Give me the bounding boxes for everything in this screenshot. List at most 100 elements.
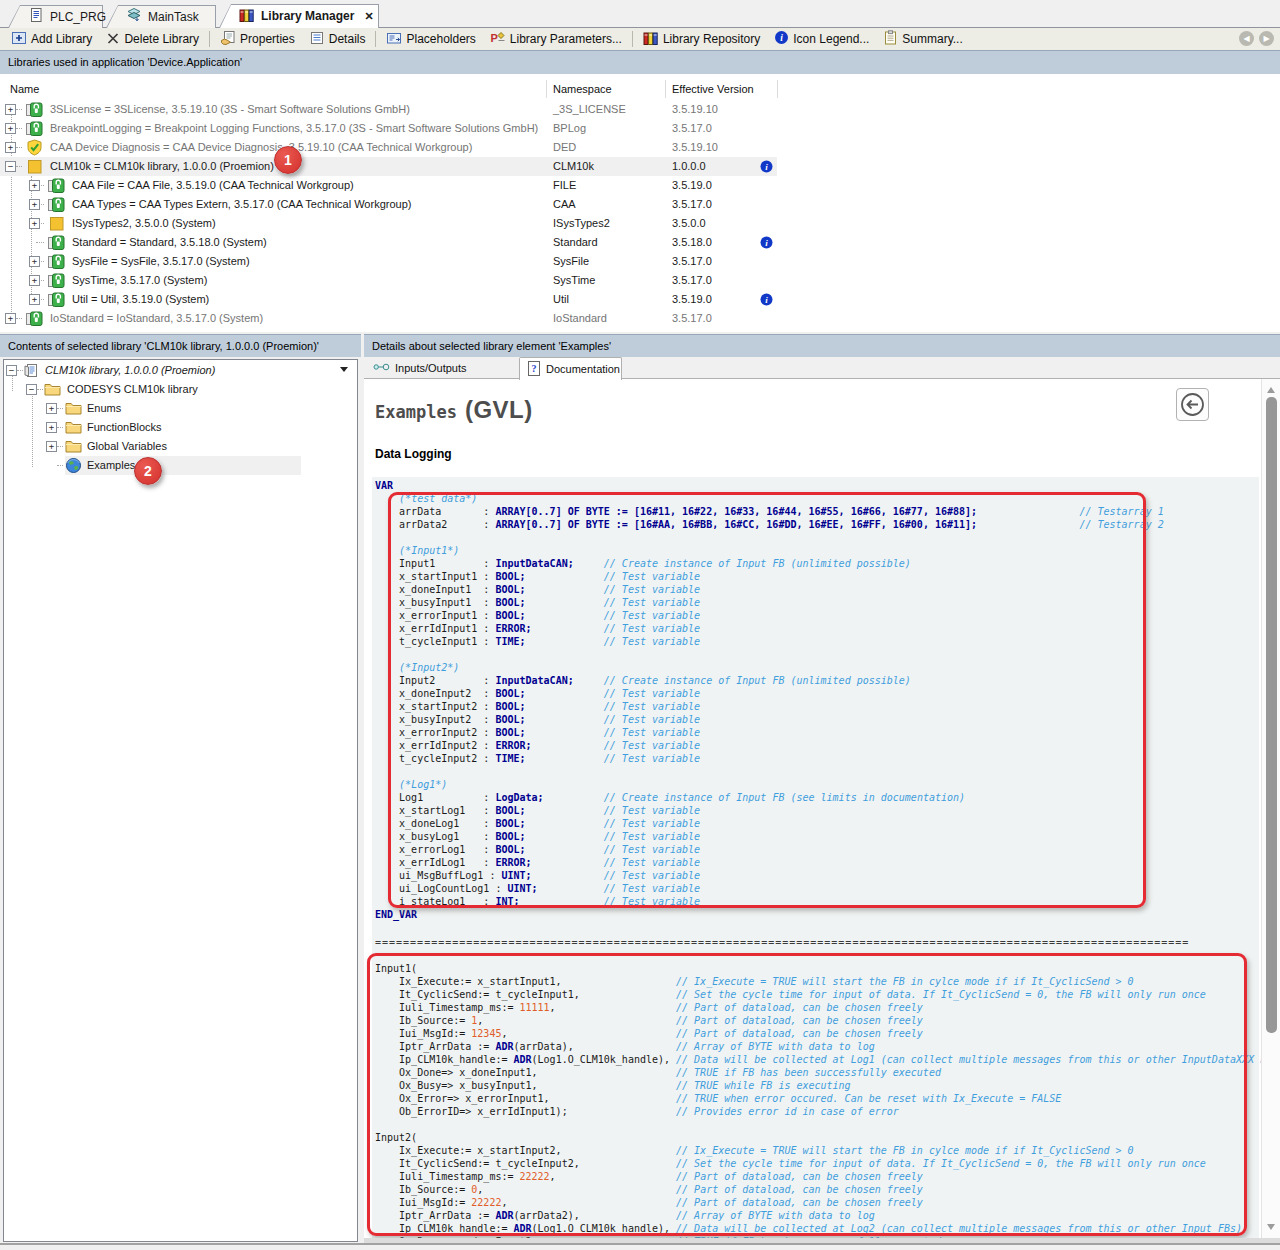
code-line (375, 531, 1164, 544)
tree-line (37, 389, 43, 390)
expander-plus[interactable]: + (5, 313, 16, 324)
details-button[interactable]: Details (302, 29, 373, 49)
library-namespace: ISysTypes2 (553, 214, 610, 233)
details-tab-inputs-outputs[interactable]: Inputs/Outputs (366, 357, 518, 379)
delete-library-button[interactable]: Delete Library (99, 29, 206, 49)
books-icon (643, 30, 659, 49)
library-row-file[interactable]: +CAA File = CAA File, 3.5.19.0 (CAA Tech… (0, 176, 1280, 195)
library-row-util[interactable]: +Util = Util, 3.5.19.0 (System)Util3.5.1… (0, 290, 1280, 309)
right-panel-title: Details about selected library element '… (364, 334, 1280, 357)
lock-icon (48, 177, 64, 193)
toolbar-nav: ◀ ▶ (1239, 31, 1274, 46)
tree-line (16, 109, 22, 110)
window-tab-plc-prg[interactable]: PLC_PRG (8, 5, 103, 28)
expander-plus[interactable]: + (29, 256, 40, 267)
library-row-iostandard[interactable]: +IoStandard = IoStandard, 3.5.17.0 (Syst… (0, 309, 1280, 328)
delete-icon (106, 31, 120, 48)
code-line: t_cycleInput2 : TIME; // Test variable (375, 752, 1164, 765)
details-tab-documentation[interactable]: ?Documentation (519, 357, 622, 380)
info-icon[interactable]: i (760, 293, 773, 308)
lock-icon (48, 291, 64, 307)
code-line: x_errIdInput1 : ERROR; // Test variable (375, 622, 1164, 635)
library-row-caa[interactable]: +CAA Types = CAA Types Extern, 3.5.17.0 … (0, 195, 1280, 214)
library-row-systime[interactable]: +SysTime, 3.5.17.0 (System)SysTime3.5.17… (0, 271, 1280, 290)
code-line: ui_LogCountLog1 : UINT; // Test variable (375, 882, 1164, 895)
info-icon[interactable]: i (760, 160, 773, 175)
tree-item-clm10k-library-1-0-0-0-proemion-[interactable]: −CLM10k library, 1.0.0.0 (Proemion) (4, 361, 357, 380)
svg-text:P: P (490, 32, 497, 44)
info-circle-icon: i (774, 30, 789, 48)
library-name: 3SLicense = 3SLicense, 3.5.19.10 (3S - S… (50, 100, 410, 119)
libdoc-icon (23, 362, 39, 378)
window-tab-library-manager[interactable]: Library Manager✕ (219, 4, 379, 28)
code-line: x_errIdLog1 : ERROR; // Test variable (375, 856, 1164, 869)
code-line: Ib_Source:= 0, // Part of dataload, can … (375, 1183, 1278, 1196)
code-block-var: VAR (*test data*) arrData : ARRAY[0..7] … (375, 479, 1164, 921)
tree-item-enums[interactable]: +Enums (4, 399, 357, 418)
library-row-standard[interactable]: Standard = Standard, 3.5.18.0 (System)St… (0, 233, 1280, 252)
back-button[interactable] (1176, 388, 1209, 421)
documentation-panel: Examples (GVL) Data Logging VAR (*test d… (364, 379, 1280, 1238)
column-divider (546, 80, 547, 98)
window-tab-maintask[interactable]: MainTask (106, 5, 216, 28)
library-row-clm10k[interactable]: −CLM10k = CLM10k library, 1.0.0.0 (Proem… (0, 157, 1280, 176)
dropdown-arrow-icon[interactable] (340, 367, 348, 372)
code-line: Ib_Source:= 1, // Part of dataload, can … (375, 1014, 1278, 1027)
expander-plus[interactable]: + (5, 104, 16, 115)
tree-item-global-variables[interactable]: +Global Variables (4, 437, 357, 456)
column-header-effective-version[interactable]: Effective Version (672, 79, 754, 99)
tree-item-examples[interactable]: Examples (4, 456, 357, 475)
tree-line (16, 318, 22, 319)
library-row-_3s_license[interactable]: +3SLicense = 3SLicense, 3.5.19.10 (3S - … (0, 100, 1280, 119)
tree-item-functionblocks[interactable]: +FunctionBlocks (4, 418, 357, 437)
add-library-button[interactable]: Add Library (4, 29, 99, 49)
nav-back-button[interactable]: ◀ (1239, 31, 1254, 46)
column-header-namespace[interactable]: Namespace (553, 79, 612, 99)
code-line: Iuli_Timestamp_ms:= 11111, // Part of da… (375, 1001, 1278, 1014)
library-name: Util = Util, 3.5.19.0 (System) (72, 290, 209, 309)
code-line: Iui_MsgId:= 12345, // Part of dataload, … (375, 1027, 1278, 1040)
tab-close-icon[interactable]: ✕ (364, 10, 373, 23)
expander-minus[interactable]: − (5, 161, 16, 172)
library-row-bplog[interactable]: +BreakpointLogging = Breakpoint Logging … (0, 119, 1280, 138)
expander-plus[interactable]: + (29, 294, 40, 305)
library-row-sysfile[interactable]: +SysFile = SysFile, 3.5.17.0 (System)Sys… (0, 252, 1280, 271)
library-name: SysFile = SysFile, 3.5.17.0 (System) (72, 252, 250, 271)
expander-plus[interactable]: + (5, 123, 16, 134)
library-parameters--button[interactable]: PLibrary Parameters... (483, 29, 629, 49)
code-block-calls: Input1( Ix_Execute:= x_startInput1, // I… (375, 962, 1278, 1238)
scroll-thumb[interactable] (1266, 397, 1277, 1033)
expander-plus[interactable]: + (5, 142, 16, 153)
vertical-scrollbar[interactable] (1261, 379, 1280, 1238)
nav-forward-button[interactable]: ▶ (1259, 31, 1274, 46)
scroll-up-arrow[interactable] (1267, 387, 1275, 393)
expander-plus[interactable]: + (29, 275, 40, 286)
expander-minus[interactable]: − (6, 365, 17, 376)
code-line: Iptr_ArrData := ADR(arrData), // Array o… (375, 1040, 1278, 1053)
expander-plus[interactable]: + (46, 422, 57, 433)
library-repository-button[interactable]: Library Repository (636, 29, 767, 49)
summary--button[interactable]: Summary... (876, 29, 969, 49)
library-row-ded[interactable]: +CAA Device Diagnosis = CAA Device Diagn… (0, 138, 1280, 157)
code-line: (*test data*) (375, 492, 1164, 505)
properties-button[interactable]: Properties (213, 29, 302, 49)
column-header-name[interactable]: Name (10, 79, 39, 99)
expander-plus[interactable]: + (46, 441, 57, 452)
placeholders-button[interactable]: Placeholders (379, 29, 482, 49)
library-version: 3.5.17.0 (672, 309, 712, 328)
tree-line (57, 408, 63, 409)
expander-plus[interactable]: + (46, 403, 57, 414)
left-panel-title: Contents of selected library 'CLM10k lib… (0, 334, 361, 357)
info-icon[interactable]: i (760, 236, 773, 251)
window-tab-label: MainTask (148, 10, 199, 24)
scroll-down-arrow[interactable] (1267, 1224, 1275, 1230)
expander-minus[interactable]: − (26, 384, 37, 395)
expander-plus[interactable]: + (29, 180, 40, 191)
tree-item-codesys-clm10k-library[interactable]: −CODESYS CLM10k library (4, 380, 357, 399)
library-row-isystypes2[interactable]: +ISysTypes2, 3.5.0.0 (System)ISysTypes23… (0, 214, 1280, 233)
expander-plus[interactable]: + (29, 199, 40, 210)
document-tabbar: PLC_PRG MainTask Library Manager✕ (0, 0, 1280, 28)
icon-legend--button[interactable]: iIcon Legend... (767, 29, 876, 49)
expander-plus[interactable]: + (29, 218, 40, 229)
code-line: Iui_MsgId:= 22222, // Part of dataload, … (375, 1196, 1278, 1209)
